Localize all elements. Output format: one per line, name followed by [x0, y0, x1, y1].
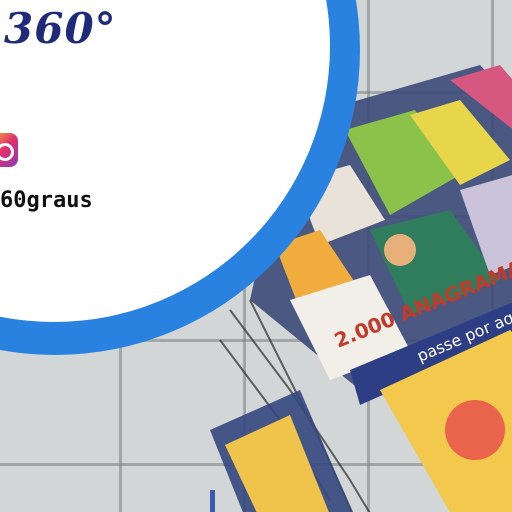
instagram-icon: [0, 133, 18, 167]
brand-title: 360°: [4, 4, 117, 53]
blue-bin: [210, 490, 215, 512]
photo-scene: 2.000 ANAGRAMAS passe por aqui 360° 60gr…: [0, 0, 512, 512]
social-handle: 60graus: [0, 188, 93, 213]
cartoon-character: [445, 400, 505, 460]
cartoon-face: [384, 234, 416, 266]
